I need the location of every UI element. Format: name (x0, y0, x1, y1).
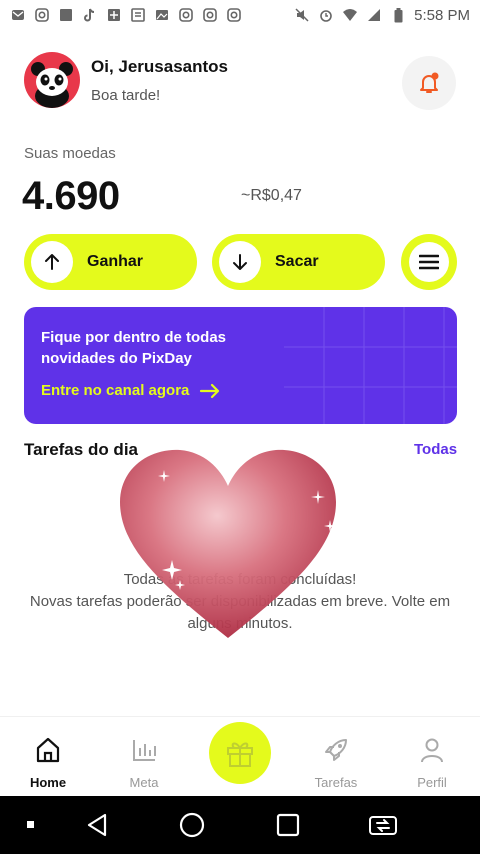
panda-avatar-icon (31, 62, 73, 108)
wifi-icon (342, 7, 358, 23)
earn-button[interactable]: Ganhar (24, 234, 197, 290)
nav-meta-label: Meta (129, 775, 159, 790)
rocket-icon (325, 739, 347, 761)
tiktok-icon (82, 7, 98, 23)
status-bar: 5:58 PM (0, 0, 480, 30)
withdraw-button-label: Sacar (275, 253, 319, 270)
nav-meta[interactable]: Meta (109, 733, 179, 790)
news-icon (106, 7, 122, 23)
system-nav-bar (0, 796, 480, 854)
mute-icon (294, 7, 310, 23)
arrow-down-icon (233, 254, 247, 270)
user-icon (421, 738, 443, 763)
banner-text: Fique por dentro de todas novidades do P… (41, 329, 227, 367)
nav-home-label: Home (29, 775, 67, 790)
menu-button[interactable] (401, 234, 457, 290)
recents-square-icon (276, 813, 300, 837)
greeting-name: Oi, Jerusasantos (91, 57, 229, 76)
banner-cta-label: Entre no canal agora (41, 382, 190, 399)
news-icon (130, 7, 146, 23)
earn-button-label: Ganhar (87, 253, 144, 270)
alarm-icon (318, 7, 334, 23)
banner-cta-link[interactable]: Entre no canal agora (41, 382, 221, 399)
see-all-tasks-link[interactable]: Todas (414, 441, 457, 458)
system-home-button[interactable] (177, 810, 207, 840)
photo-icon (58, 7, 74, 23)
instagram-icon (202, 7, 218, 23)
notifications-button[interactable] (402, 56, 456, 110)
arrow-up-icon (45, 254, 59, 270)
notification-icons (10, 7, 242, 23)
greeting-subtitle: Boa tarde! (91, 87, 161, 104)
status-time: 5:58 PM (414, 6, 470, 24)
coins-reais-value: ~R$0,47 (241, 187, 302, 204)
menu-button-inner (409, 242, 449, 282)
instagram-icon (178, 7, 194, 23)
withdraw-button-circle (219, 241, 261, 283)
nav-tarefas-label: Tarefas (314, 775, 358, 790)
home-icon (36, 737, 60, 763)
system-switch-button[interactable] (368, 810, 398, 840)
gift-button[interactable] (209, 722, 271, 784)
mail-icon (10, 7, 26, 23)
home-circle-icon (179, 812, 205, 838)
coins-label: Suas moedas (24, 145, 116, 162)
withdraw-button[interactable]: Sacar (212, 234, 385, 290)
signal-icon (366, 7, 382, 23)
earn-button-circle (31, 241, 73, 283)
nav-perfil-label: Perfil (417, 775, 447, 790)
instagram-icon (34, 7, 50, 23)
instagram-icon (226, 7, 242, 23)
system-recents-button[interactable] (273, 810, 303, 840)
nav-home[interactable]: Home (13, 733, 83, 790)
system-dot-button[interactable] (16, 810, 46, 840)
heart-overlay-icon (120, 449, 336, 638)
nav-tarefas[interactable]: Tarefas (301, 733, 371, 790)
gallery-icon (154, 7, 170, 23)
coins-value: 4.690 (22, 174, 120, 218)
back-triangle-icon (87, 813, 107, 837)
bar-chart-icon (133, 740, 156, 761)
hamburger-menu-icon (419, 254, 439, 270)
battery-icon (390, 7, 406, 23)
nav-perfil[interactable]: Perfil (397, 733, 467, 790)
screen-switch-icon (369, 816, 397, 835)
bell-icon (420, 72, 439, 93)
system-back-button[interactable] (82, 810, 112, 840)
system-icons: 5:58 PM (294, 7, 470, 24)
telegram-channel-banner[interactable]: Fique por dentro de todas novidades do P… (24, 307, 457, 424)
arrow-right-icon (200, 383, 220, 398)
avatar[interactable] (24, 52, 80, 108)
gift-icon (227, 742, 253, 767)
